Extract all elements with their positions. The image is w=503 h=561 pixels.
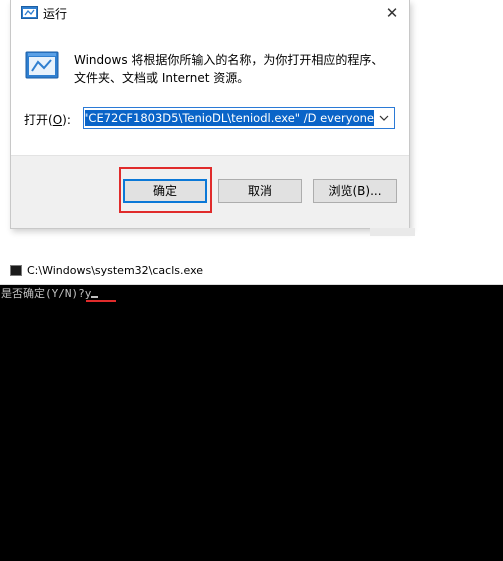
run-description: Windows 将根据你所输入的名称，为你打开相应的程序、文件夹、文档或 Int…: [74, 53, 384, 85]
open-label: 打开(O):: [24, 113, 71, 127]
console-prompt-line: 是否确定(Y/N)?y: [1, 287, 99, 301]
close-button[interactable]: ✕: [379, 1, 405, 25]
console-title-bar[interactable]: C:\Windows\system32\cacls.exe: [0, 258, 503, 285]
input-underline-annotation: [86, 300, 116, 302]
console-window: C:\Windows\system32\cacls.exe 是否确定(Y/N)?…: [0, 258, 503, 561]
console-body[interactable]: 是否确定(Y/N)?y: [0, 285, 503, 561]
run-title: 运行: [43, 7, 68, 21]
console-cursor: [91, 296, 99, 298]
run-icon: [25, 51, 59, 79]
ok-highlight-annotation: [119, 167, 212, 213]
chevron-down-icon[interactable]: [377, 110, 391, 126]
console-prompt: 是否确定(Y/N)?: [1, 287, 85, 300]
command-combobox[interactable]: "CE72CF1803D5\TenioDL\teniodl.exe" /D ev…: [83, 107, 395, 129]
close-icon: ✕: [385, 4, 399, 22]
run-icon: [21, 6, 38, 19]
browse-button[interactable]: 浏览(B)...: [313, 179, 397, 203]
cancel-button[interactable]: 取消: [218, 179, 302, 203]
console-icon: [10, 265, 22, 276]
background-strip: [370, 228, 415, 236]
console-title: C:\Windows\system32\cacls.exe: [27, 264, 204, 277]
console-input: y: [84, 287, 92, 300]
command-input[interactable]: "CE72CF1803D5\TenioDL\teniodl.exe" /D ev…: [85, 110, 374, 126]
run-title-bar[interactable]: 运行 ✕: [11, 0, 409, 26]
